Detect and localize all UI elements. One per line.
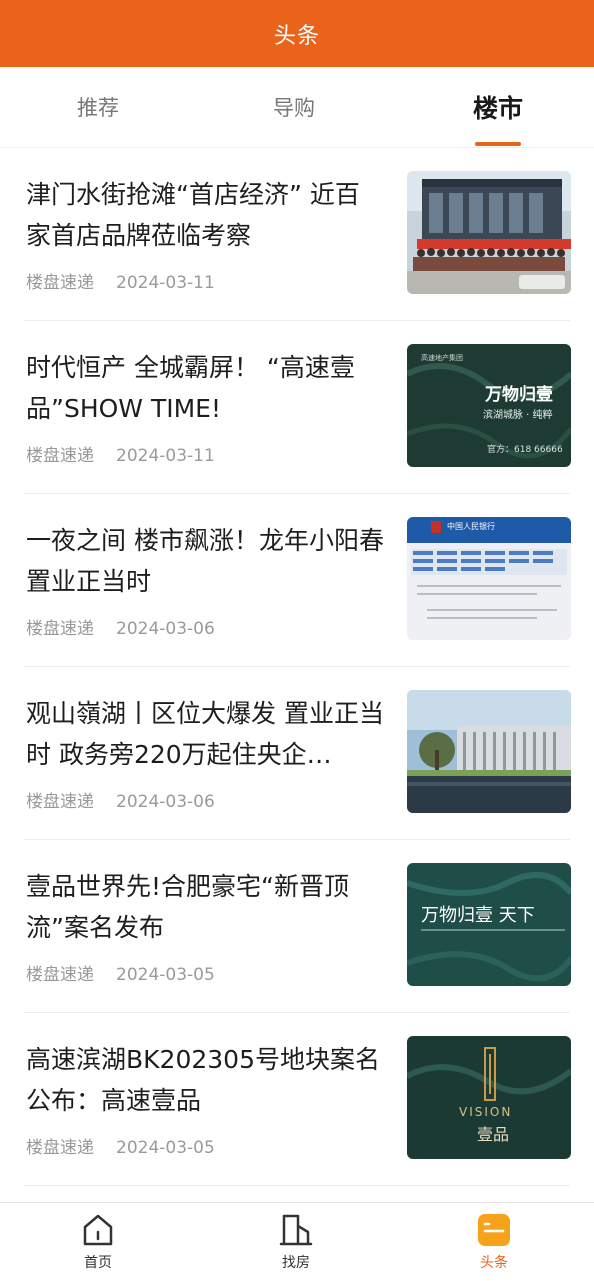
article-item[interactable]: 观山嶺湖丨区位大爆发 置业正当时 政务旁220万起住央企… 楼盘速递 2024-0… — [24, 667, 571, 840]
tab-recommend[interactable]: 推荐 — [28, 67, 168, 147]
ad-vision-text: VISION — [459, 1105, 512, 1119]
article-title: 一夜之间 楼市飙涨！龙年小阳春 置业正当时 — [26, 526, 384, 596]
article-date: 2024-03-05 — [116, 1138, 215, 1158]
nav-news[interactable]: 头条 — [434, 1203, 554, 1281]
bank-name-text: 中国人民银行 — [447, 521, 495, 531]
article-thumbnail: 中国人民银行 — [407, 517, 571, 640]
ad-headline-text: 万物归壹 — [484, 384, 553, 405]
category-tabs: 推荐 导购 楼市 — [0, 67, 594, 148]
article-item[interactable]: 一夜之间 楼市飙涨！龙年小阳春 置业正当时 楼盘速递 2024-03-06 中国人… — [24, 494, 571, 667]
article-meta: 楼盘速递 2024-03-06 — [26, 614, 215, 639]
home-icon — [83, 1214, 113, 1246]
ad-sub-text: 滨湖城脉 · 纯粹 — [483, 408, 553, 421]
header-title: 头条 — [273, 23, 320, 49]
article-thumbnail: 万物归壹 天下 — [407, 863, 571, 986]
article-date: 2024-03-05 — [116, 965, 215, 985]
tab-shopping-guide[interactable]: 导购 — [224, 67, 364, 147]
article-source: 楼盘速递 — [26, 965, 94, 985]
article-item[interactable]: 津门水街抢滩“首店经济” 近百家首店品牌莅临考察 楼盘速递 2024-03-11 — [24, 148, 571, 321]
article-meta: 楼盘速递 2024-03-06 — [26, 787, 215, 812]
tab-label: 楼市 — [472, 94, 523, 123]
app-header: 头条 — [0, 0, 594, 67]
tab-label: 导购 — [273, 96, 315, 120]
tab-label: 推荐 — [77, 96, 119, 120]
article-title: 观山嶺湖丨区位大爆发 置业正当时 政务旁220万起住央企… — [26, 699, 384, 769]
article-meta: 楼盘速递 2024-03-05 — [26, 1133, 215, 1158]
article-item[interactable]: 时代恒产 全城霸屏！ “高速壹品”SHOW TIME! 楼盘速递 2024-03-… — [24, 321, 571, 494]
article-thumbnail — [407, 690, 571, 813]
article-source: 楼盘速递 — [26, 792, 94, 812]
article-title: 壹品世界先!合肥豪宅“新晋顶流”案名发布 — [26, 872, 349, 942]
article-source: 楼盘速递 — [26, 1138, 94, 1158]
article-date: 2024-03-11 — [116, 446, 215, 466]
tab-property-market[interactable]: 楼市 — [428, 67, 568, 147]
ad-name-text: 壹品 — [477, 1125, 509, 1144]
article-list: 津门水街抢滩“首店经济” 近百家首店品牌莅临考察 楼盘速递 2024-03-11 — [0, 148, 594, 1186]
ad-brand-text: 高速地产集团 — [421, 353, 463, 362]
article-thumbnail — [407, 171, 571, 294]
article-item[interactable]: 壹品世界先!合肥豪宅“新晋顶流”案名发布 楼盘速递 2024-03-05 万物归壹… — [24, 840, 571, 1013]
nav-home[interactable]: 首页 — [38, 1203, 158, 1281]
nav-find-house[interactable]: 找房 — [236, 1203, 356, 1281]
article-meta: 楼盘速递 2024-03-05 — [26, 960, 215, 985]
article-title: 高速滨湖BK202305号地块案名公布：高速壹品 — [26, 1045, 380, 1115]
article-title: 时代恒产 全城霸屏！ “高速壹品”SHOW TIME! — [26, 353, 355, 423]
article-date: 2024-03-11 — [116, 273, 215, 293]
article-meta: 楼盘速递 2024-03-11 — [26, 441, 215, 466]
article-source: 楼盘速递 — [26, 273, 94, 293]
article-date: 2024-03-06 — [116, 792, 215, 812]
nav-home-label: 首页 — [84, 1255, 112, 1271]
ad-headline-text: 万物归壹 天下 — [421, 905, 535, 926]
bottom-navigation: 首页 找房 头条 — [0, 1202, 594, 1281]
article-thumbnail: 高速地产集团 万物归壹 滨湖城脉 · 纯粹 官方：618 66666 — [407, 344, 571, 467]
active-tab-indicator — [475, 142, 521, 146]
article-source: 楼盘速递 — [26, 446, 94, 466]
building-icon — [279, 1214, 313, 1246]
nav-news-label: 头条 — [480, 1255, 508, 1271]
article-meta: 楼盘速递 2024-03-11 — [26, 268, 215, 293]
article-title: 津门水街抢滩“首店经济” 近百家首店品牌莅临考察 — [26, 180, 360, 250]
nav-find-house-label: 找房 — [282, 1255, 310, 1271]
article-thumbnail: VISION 壹品 — [407, 1036, 571, 1159]
article-date: 2024-03-06 — [116, 619, 215, 639]
article-source: 楼盘速递 — [26, 619, 94, 639]
news-icon — [478, 1214, 510, 1246]
ad-phone-text: 官方：618 66666 — [487, 443, 563, 455]
article-item[interactable]: 高速滨湖BK202305号地块案名公布：高速壹品 楼盘速递 2024-03-05 … — [24, 1013, 571, 1186]
